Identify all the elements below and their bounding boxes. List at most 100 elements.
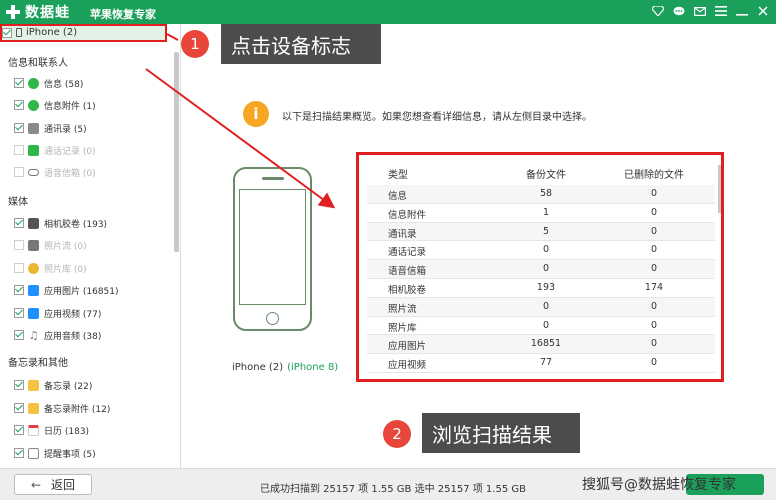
notes-icon	[28, 379, 39, 391]
voicemail-icon	[28, 168, 39, 176]
sidebar-item-label: 通话记录 (0)	[44, 146, 96, 157]
app-video-icon	[28, 307, 39, 319]
sidebar: iPhone (2) 信息和联系人 信息 (58) 信息附件 (1) 通讯录 (…	[0, 24, 180, 468]
checkbox[interactable]	[14, 78, 24, 88]
device-caption: iPhone (2) (iPhone 8)	[232, 362, 338, 373]
sidebar-item-app-audio[interactable]: ♫ 应用音频 (38)	[14, 327, 101, 343]
checkbox[interactable]	[14, 285, 24, 295]
title-bar: 数据蛙 苹果恢复专家	[0, 0, 776, 24]
sidebar-item-label: 提醒事项 (5)	[44, 449, 96, 460]
attachment-icon	[28, 99, 39, 111]
calendar-icon	[28, 424, 39, 436]
checkbox[interactable]	[14, 330, 24, 340]
iphone-illustration	[233, 167, 312, 331]
checkbox[interactable]	[14, 145, 24, 155]
contacts-icon	[28, 122, 39, 134]
sidebar-item-message-attachments[interactable]: 信息附件 (1)	[14, 97, 96, 113]
reminders-icon	[28, 447, 39, 459]
device-name: iPhone (2)	[232, 362, 284, 373]
sidebar-item-label: 备忘录 (22)	[44, 381, 93, 392]
sidebar-item-label: 应用图片 (16851)	[44, 286, 119, 297]
group-title-notes-other: 备忘录和其他	[8, 358, 68, 369]
checkbox[interactable]	[14, 100, 24, 110]
step-2-badge: 2	[383, 420, 411, 448]
sidebar-item-label: 备忘录附件 (12)	[44, 404, 111, 415]
sidebar-item-label: 照片流 (0)	[44, 241, 87, 252]
checkbox[interactable]	[14, 380, 24, 390]
camera-icon	[28, 217, 39, 229]
device-model: (iPhone 8)	[287, 362, 339, 373]
arrow-left-icon: ←	[30, 477, 42, 492]
music-note-icon: ♫	[28, 328, 39, 342]
sidebar-item-label: 应用视频 (77)	[44, 309, 102, 320]
sidebar-item-label: 信息附件 (1)	[44, 101, 96, 112]
sidebar-item-label: 日历 (183)	[44, 426, 90, 437]
sidebar-item-photo-stream[interactable]: 照片流 (0)	[14, 237, 87, 253]
device-highlight-box	[0, 24, 167, 42]
sidebar-item-label: 信息 (58)	[44, 79, 84, 90]
sidebar-item-contacts[interactable]: 通讯录 (5)	[14, 120, 87, 136]
checkbox[interactable]	[14, 448, 24, 458]
checkbox[interactable]	[14, 263, 24, 273]
phone-screen	[239, 189, 306, 305]
checkbox[interactable]	[14, 240, 24, 250]
back-button-label: 返回	[51, 478, 76, 492]
sidebar-item-app-videos[interactable]: 应用视频 (77)	[14, 305, 101, 321]
sidebar-item-messages[interactable]: 信息 (58)	[14, 75, 83, 91]
app-window: 数据蛙 苹果恢复专家 iPhone (2) 信息和联系人 信息 (58) 信息附…	[0, 0, 776, 500]
sidebar-item-label: 相机胶卷 (193)	[44, 219, 108, 230]
sidebar-item-label: 照片库 (0)	[44, 264, 87, 275]
group-title-messages: 信息和联系人	[8, 58, 68, 69]
phone-speaker	[262, 177, 284, 180]
table-highlight-box	[356, 152, 724, 382]
sidebar-item-app-photos[interactable]: 应用图片 (16851)	[14, 282, 119, 298]
diamond-icon[interactable]	[651, 4, 665, 18]
sidebar-item-label: 语音信箱 (0)	[44, 168, 96, 179]
sidebar-item-camera-roll[interactable]: 相机胶卷 (193)	[14, 215, 107, 231]
sidebar-item-calendar[interactable]: 日历 (183)	[14, 422, 89, 438]
bottom-bar: ← 返回 已成功扫描到 25157 项 1.55 GB 选中 25157 项 1…	[0, 468, 776, 500]
checkbox[interactable]	[14, 167, 24, 177]
sidebar-item-notes-attachments[interactable]: 备忘录附件 (12)	[14, 400, 110, 416]
title-bar-controls	[651, 4, 770, 18]
scan-summary-hint: 以下是扫描结果概览。如果您想查看详细信息，请从左侧目录中选择。	[282, 112, 592, 123]
phone-icon	[28, 144, 39, 156]
back-button[interactable]: ← 返回	[14, 474, 92, 495]
notes-attachment-icon	[28, 402, 39, 414]
sidebar-item-label: 应用音频 (38)	[44, 331, 102, 342]
warning-info-icon: i	[243, 101, 269, 127]
sidebar-scrollbar[interactable]	[174, 52, 179, 252]
chat-icon[interactable]	[672, 4, 686, 18]
step-1-badge: 1	[181, 30, 209, 58]
close-icon[interactable]	[756, 4, 770, 18]
checkbox[interactable]	[14, 308, 24, 318]
sidebar-item-voicemail[interactable]: 语音信箱 (0)	[14, 164, 96, 180]
app-subtitle: 苹果恢复专家	[90, 8, 156, 21]
app-logo-text: 数据蛙	[25, 5, 70, 21]
scan-status-text: 已成功扫描到 25157 项 1.55 GB 选中 25157 项 1.55 G…	[260, 484, 526, 495]
checkbox[interactable]	[14, 403, 24, 413]
checkbox[interactable]	[14, 425, 24, 435]
step-1-callout: 点击设备标志	[221, 24, 381, 64]
photo-library-icon	[28, 262, 39, 274]
checkbox[interactable]	[14, 123, 24, 133]
sidebar-divider	[180, 24, 181, 468]
menu-icon[interactable]	[714, 4, 728, 18]
sidebar-item-call-history[interactable]: 通话记录 (0)	[14, 142, 96, 158]
app-photo-icon	[28, 284, 39, 296]
sidebar-item-photo-library[interactable]: 照片库 (0)	[14, 260, 87, 276]
minimize-icon[interactable]	[735, 4, 749, 18]
phone-home-button	[266, 312, 279, 325]
checkbox[interactable]	[14, 218, 24, 228]
sidebar-item-reminders[interactable]: 提醒事项 (5)	[14, 445, 96, 461]
sidebar-item-notes[interactable]: 备忘录 (22)	[14, 377, 92, 393]
group-title-media: 媒体	[8, 197, 28, 208]
message-icon	[28, 77, 39, 89]
app-logo: 数据蛙	[5, 3, 70, 21]
sidebar-item-label: 通讯录 (5)	[44, 124, 87, 135]
photo-stream-icon	[28, 239, 39, 251]
watermark-text: 搜狐号@数据蛙恢复专家	[582, 477, 736, 493]
mail-icon[interactable]	[693, 4, 707, 18]
step-2-callout: 浏览扫描结果	[422, 413, 580, 453]
logo-cross-icon	[5, 4, 21, 20]
